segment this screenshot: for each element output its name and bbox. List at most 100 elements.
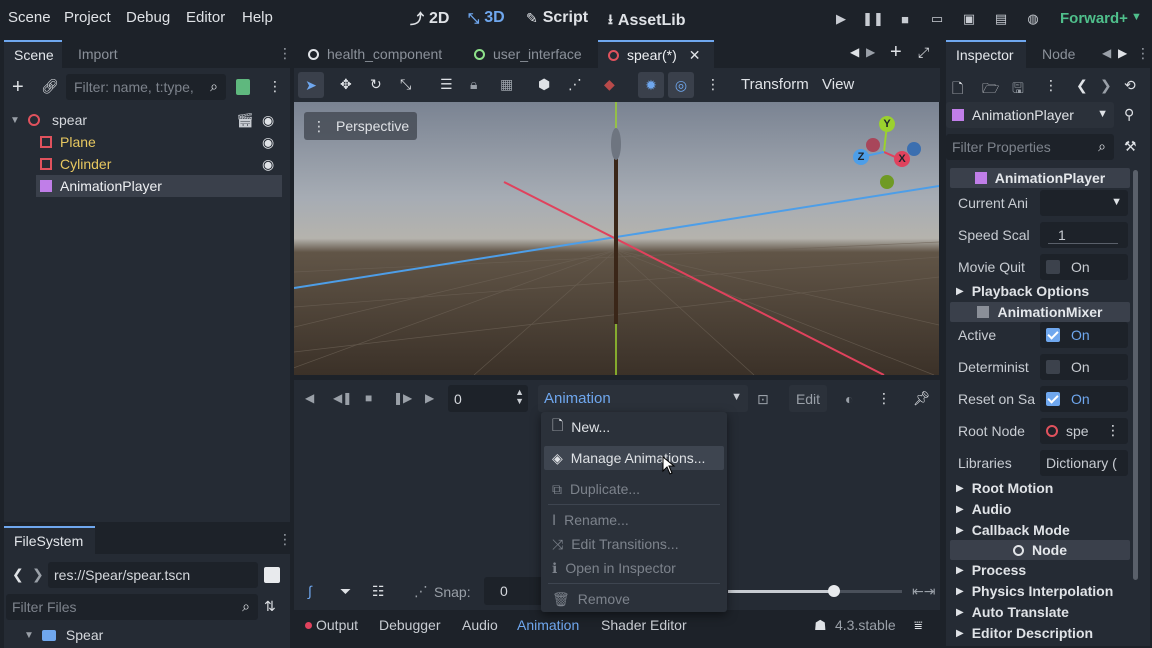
movie-quit-toggle[interactable]: On — [1040, 254, 1128, 280]
transform-menu[interactable]: Transform — [741, 76, 809, 93]
current-animation-select[interactable]: ▼ — [1040, 190, 1128, 216]
back-icon[interactable]: ❮ — [12, 566, 24, 583]
link-icon[interactable]: 🔗︎ — [41, 78, 59, 95]
tab-filesystem[interactable]: FileSystem — [4, 526, 95, 554]
section-physics-interpolation[interactable]: ▶ Physics Interpolation — [950, 581, 1130, 601]
gizmo-y[interactable]: Y — [879, 116, 895, 132]
more-icon[interactable]: ⋮ — [1044, 77, 1058, 94]
path-field[interactable]: res://Spear/spear.tscn — [48, 562, 258, 588]
root-node-field[interactable]: spe ⋮ — [1040, 418, 1128, 444]
folder-spear[interactable]: ▼ Spear — [24, 626, 103, 644]
play-backwards-from-end-icon[interactable]: ◀ — [305, 391, 314, 405]
renderer-select[interactable]: Forward+ — [1060, 10, 1128, 27]
speed-scale-input[interactable]: 1 — [1040, 222, 1128, 248]
edit-button[interactable]: Edit — [789, 385, 827, 412]
inspector-tools-icon[interactable]: ⚒ — [1124, 138, 1137, 155]
list-select-icon[interactable]: ☰ — [440, 76, 453, 93]
section-playback-options[interactable]: ▶ Playback Options — [950, 281, 1130, 301]
mode-script-button[interactable]: ✎ Script — [526, 9, 588, 27]
section-audio[interactable]: ▶ Audio — [950, 499, 1130, 519]
snap-input[interactable]: 0 — [484, 577, 544, 605]
bottom-tab-audio[interactable]: Audio — [462, 617, 498, 633]
scene-filter-input[interactable]: Filter: name, t:type, ⌕ — [66, 74, 226, 100]
autoplay-icon[interactable]: ⊡ — [757, 391, 769, 408]
track-list-icon[interactable]: ☷ — [372, 583, 385, 600]
menu-item-remove[interactable]: 🗑︎ Remove — [552, 587, 630, 611]
select-tool-icon[interactable]: ➤ — [298, 72, 324, 98]
bezier-icon[interactable]: ∫ — [308, 583, 312, 599]
tab-inspector[interactable]: Inspector — [946, 40, 1026, 68]
section-callback-mode[interactable]: ▶ Callback Mode — [950, 520, 1130, 540]
menu-item-open-in-inspector[interactable]: ℹ Open in Inspector — [552, 556, 676, 580]
history-back-icon[interactable]: ❮ — [1076, 77, 1088, 94]
section-root-motion[interactable]: ▶ Root Motion — [950, 478, 1130, 498]
menu-project[interactable]: Project — [64, 9, 111, 26]
add-node-icon[interactable]: + — [12, 76, 24, 99]
play-custom-scene-icon[interactable]: ▤ — [992, 10, 1010, 28]
bottom-tab-debugger[interactable]: Debugger — [379, 617, 441, 633]
forward-icon[interactable]: ❯ — [32, 566, 44, 583]
mode-3d-button[interactable]: ⤡ 3D — [468, 9, 505, 27]
open-resource-icon[interactable]: 🗁︎ — [982, 78, 999, 102]
visibility-icon[interactable]: ◉ — [262, 156, 274, 173]
move-tool-icon[interactable]: ✥ — [340, 76, 352, 93]
tab-user-interface[interactable]: user_interface — [464, 40, 592, 68]
active-toggle[interactable]: On — [1040, 322, 1128, 348]
tree-item-animationplayer[interactable]: AnimationPlayer — [36, 175, 282, 197]
menu-item-duplicate[interactable]: ⧉ Duplicate... — [552, 477, 640, 501]
bottom-tab-animation[interactable]: Animation — [517, 617, 579, 633]
sun-icon[interactable]: ✹ — [638, 72, 664, 98]
scroll-right-icon[interactable]: ▶ — [866, 45, 875, 59]
more-icon[interactable]: ⋮ — [1106, 422, 1120, 439]
menu-item-edit-transitions[interactable]: ⤨ Edit Transitions... — [552, 532, 679, 556]
menu-scene[interactable]: Scene — [8, 9, 51, 26]
menu-item-manage-animations[interactable]: ◈ Manage Animations... — [552, 446, 705, 470]
movie-maker-icon[interactable]: ◍ — [1024, 10, 1042, 28]
sort-icon[interactable]: ⇅ — [264, 598, 276, 615]
gizmo-z[interactable]: Z — [853, 149, 869, 165]
time-spinbox[interactable]: 0 ▲ ▼ — [448, 385, 528, 412]
stop-anim-icon[interactable]: ■ — [365, 391, 372, 405]
fit-icon[interactable]: ⇤⇥ — [912, 583, 935, 600]
mode-assetlib-button[interactable]: ⭳ AssetLib — [608, 9, 685, 33]
scroll-right-icon[interactable]: ▶ — [1118, 46, 1127, 60]
split-view-icon[interactable] — [264, 567, 280, 583]
filter-files-input[interactable]: Filter Files ⌕ — [6, 594, 258, 620]
rotate-tool-icon[interactable]: ↻ — [370, 76, 382, 93]
onion-skin-icon[interactable]: ◐ — [845, 391, 853, 407]
instance-scene-icon[interactable] — [236, 79, 250, 95]
animation-select[interactable]: Animation ▼ — [538, 385, 748, 412]
remote-debug-icon[interactable]: ▭ — [928, 10, 946, 28]
node-doc-icon[interactable]: ⚲ — [1124, 106, 1134, 123]
distraction-free-icon[interactable]: ⤢ — [918, 44, 929, 61]
tab-spear[interactable]: spear(*) ✕ — [598, 40, 714, 68]
reset-on-save-toggle[interactable]: On — [1040, 386, 1128, 412]
dock-menu-icon[interactable]: ⋮ — [278, 531, 292, 548]
history-icon[interactable]: ⟲ — [1124, 77, 1136, 94]
visibility-icon[interactable]: ◉ — [262, 134, 274, 151]
pin-icon[interactable]: 📌︎ — [913, 390, 931, 407]
mode-2d-button[interactable]: ⤴ 2D — [410, 9, 449, 29]
tab-import[interactable]: Import — [68, 40, 128, 68]
tab-health-component[interactable]: health_component — [298, 40, 452, 68]
gizmo-x[interactable]: X — [894, 151, 910, 167]
play-backwards-icon[interactable]: ◀❚ — [333, 391, 352, 405]
menu-item-new[interactable]: 🗋︎ New... — [552, 415, 610, 439]
group-icon[interactable]: ▦ — [500, 76, 513, 93]
tree-item-spear[interactable]: ▼ spear 🎬︎ ◉ — [10, 109, 286, 131]
view-menu[interactable]: View — [822, 76, 854, 93]
orientation-gizmo[interactable]: Y X Z — [844, 112, 928, 196]
scale-tool-icon[interactable]: ⤡ — [400, 76, 411, 93]
play-from-start-icon[interactable]: ▶ — [425, 391, 434, 405]
scroll-left-icon[interactable]: ◀ — [1102, 46, 1111, 60]
inspector-scrollbar[interactable] — [1133, 170, 1138, 580]
expand-bottom-panel-icon[interactable]: ⩸ — [914, 617, 923, 634]
play-scene-icon[interactable]: ▣ — [960, 10, 978, 28]
scene-menu-icon[interactable]: ⋮ — [268, 78, 282, 95]
bottom-tab-shader-editor[interactable]: Shader Editor — [601, 617, 687, 633]
tree-item-cylinder[interactable]: Cylinder ◉ — [40, 153, 286, 175]
pause-icon[interactable]: ❚❚ — [862, 10, 884, 28]
add-tab-icon[interactable]: + — [890, 41, 902, 64]
more-icon[interactable]: ⋮ — [877, 390, 891, 407]
environment-icon[interactable]: ◎ — [668, 72, 694, 98]
